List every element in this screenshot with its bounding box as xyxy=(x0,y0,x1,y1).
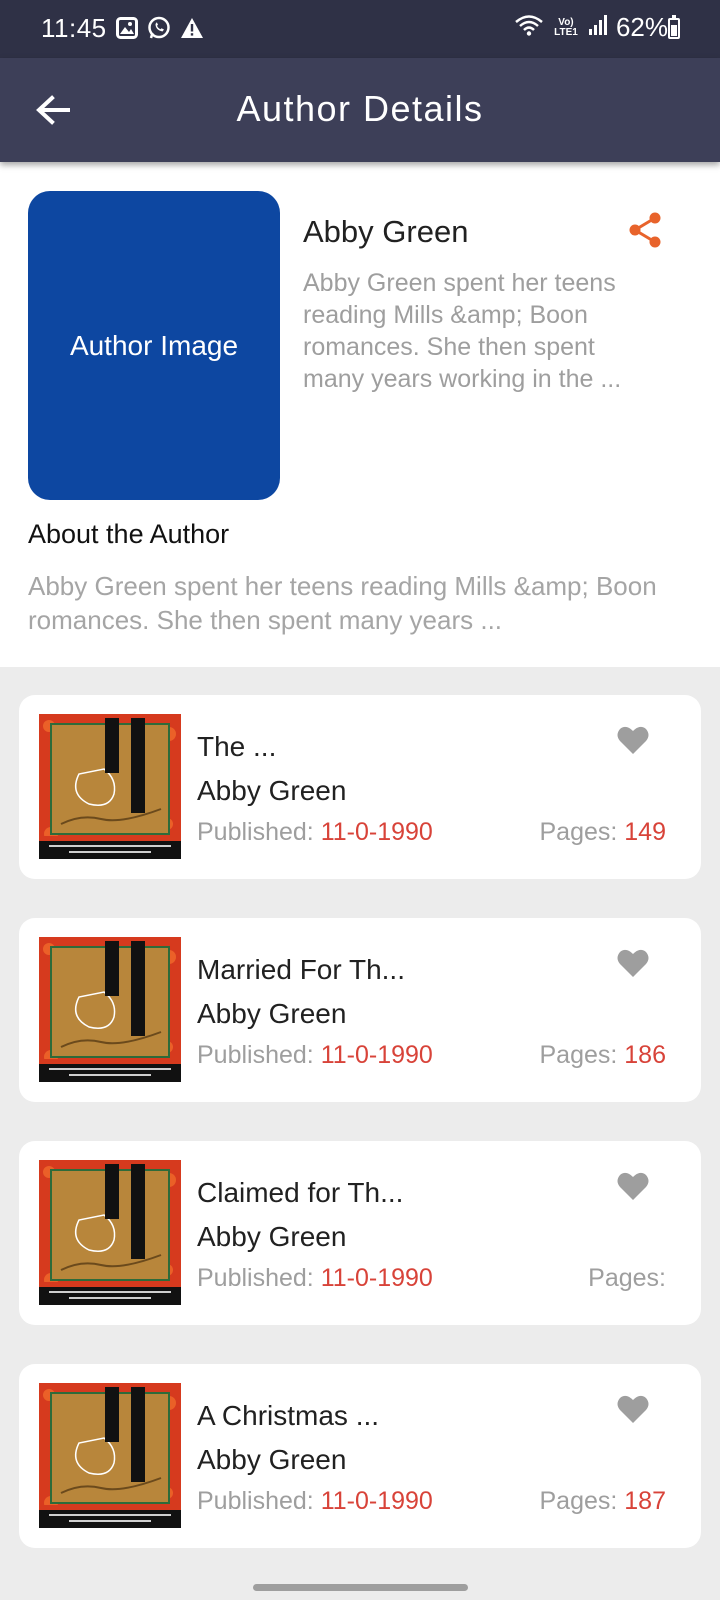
book-published: Published: 11-0-1990 xyxy=(197,1041,433,1070)
warning-icon xyxy=(180,17,204,44)
book-cover xyxy=(39,1160,181,1305)
favorite-button[interactable] xyxy=(617,1394,657,1434)
app-bar: Author Details xyxy=(0,58,720,162)
author-bio-short: Abby Green spent her teens reading Mills… xyxy=(303,269,622,393)
book-title: Married For Th... xyxy=(197,954,405,985)
book-published: Published: 11-0-1990 xyxy=(197,818,433,847)
book-card[interactable]: The ... Abby Green Published: 11-0-1990 … xyxy=(19,695,701,879)
pages-label: Pages: xyxy=(539,818,625,846)
author-image-placeholder: Author Image xyxy=(69,329,239,361)
signal-icon xyxy=(588,14,608,41)
about-text: Abby Green spent her teens reading Mills… xyxy=(28,571,657,635)
favorite-button[interactable] xyxy=(617,725,657,765)
author-name: Abby Green xyxy=(303,214,469,249)
book-pages: Pages: xyxy=(588,1264,666,1293)
book-title: The ... xyxy=(197,731,277,762)
book-pages: Pages: 187 xyxy=(540,1487,667,1516)
author-image: Author Image xyxy=(28,191,280,500)
pages-count: 186 xyxy=(624,1041,666,1069)
about-heading: About the Author xyxy=(28,519,230,549)
pages-label: Pages: xyxy=(539,1487,625,1515)
share-icon xyxy=(629,212,661,248)
published-date: 11-0-1990 xyxy=(320,1264,433,1292)
author-panel: Author Image Abby Green Abby Green spent… xyxy=(0,162,720,667)
book-published: Published: 11-0-1990 xyxy=(197,1487,433,1516)
published-date: 11-0-1990 xyxy=(320,818,433,846)
wifi-icon xyxy=(514,13,544,42)
published-label: Published: xyxy=(197,1041,321,1069)
page-title: Author Details xyxy=(236,88,484,129)
heart-icon xyxy=(617,1395,649,1423)
book-title: A Christmas ... xyxy=(197,1400,380,1431)
book-pages: Pages: 149 xyxy=(540,818,667,847)
status-bar: 11:45 Vo) LTE1 62% xyxy=(0,0,720,58)
pages-count: 149 xyxy=(624,818,666,846)
share-button[interactable] xyxy=(628,212,668,252)
favorite-button[interactable] xyxy=(617,948,657,988)
book-published: Published: 11-0-1990 xyxy=(197,1264,433,1293)
pages-label: Pages: xyxy=(539,1041,625,1069)
book-card[interactable]: Married For Th... Abby Green Published: … xyxy=(19,918,701,1102)
book-cover xyxy=(39,1383,181,1528)
heart-icon xyxy=(617,949,649,977)
favorite-button[interactable] xyxy=(617,1171,657,1211)
book-title: Claimed for Th... xyxy=(197,1177,404,1208)
book-cover xyxy=(39,937,181,1082)
pages-label: Pages: xyxy=(588,1264,666,1292)
status-left-icons xyxy=(116,16,204,45)
published-label: Published: xyxy=(197,1264,321,1292)
book-card[interactable]: Claimed for Th... Abby Green Published: … xyxy=(19,1141,701,1325)
home-indicator[interactable] xyxy=(253,1584,468,1591)
book-author: Abby Green xyxy=(197,1444,347,1475)
pages-count: 187 xyxy=(624,1487,666,1515)
book-author: Abby Green xyxy=(197,998,347,1029)
heart-icon xyxy=(617,1172,649,1200)
status-right-icons: Vo) LTE1 62% xyxy=(514,12,668,43)
published-date: 11-0-1990 xyxy=(320,1041,433,1069)
book-list: The ... Abby Green Published: 11-0-1990 … xyxy=(19,695,701,1587)
status-time: 11:45 xyxy=(41,13,107,43)
book-author: Abby Green xyxy=(197,1221,347,1252)
book-author: Abby Green xyxy=(197,775,347,806)
published-date: 11-0-1990 xyxy=(320,1487,433,1515)
book-card[interactable]: A Christmas ... Abby Green Published: 11… xyxy=(19,1364,701,1548)
battery-icon xyxy=(668,15,680,39)
network-label: Vo) LTE1 xyxy=(554,16,578,38)
book-pages: Pages: 186 xyxy=(540,1041,667,1070)
heart-icon xyxy=(617,726,649,754)
image-icon xyxy=(116,17,138,44)
published-label: Published: xyxy=(197,1487,321,1515)
published-label: Published: xyxy=(197,818,321,846)
battery-percent: 62% xyxy=(615,12,668,42)
whatsapp-icon xyxy=(147,16,171,45)
book-cover xyxy=(39,714,181,859)
